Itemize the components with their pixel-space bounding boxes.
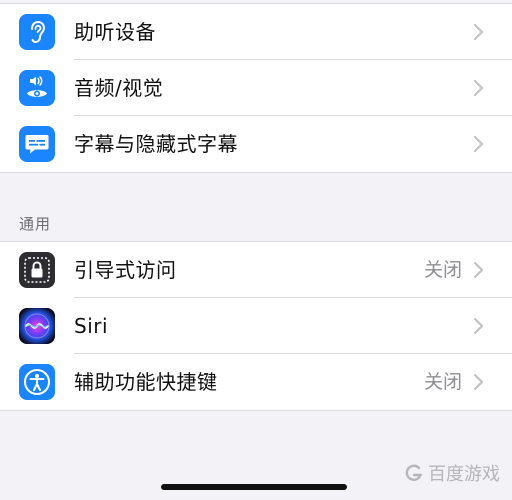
chevron-right-icon bbox=[473, 136, 484, 152]
row-value: 关闭 bbox=[423, 259, 462, 281]
row-label: Siri bbox=[74, 314, 109, 338]
row-accessibility-shortcut[interactable]: 辅助功能快捷键 关闭 bbox=[0, 354, 512, 410]
row-guided-access[interactable]: 引导式访问 关闭 bbox=[0, 242, 512, 298]
subtitles-icon bbox=[19, 126, 55, 162]
row-siri[interactable]: Siri bbox=[0, 298, 512, 354]
chevron-right-icon bbox=[473, 80, 484, 96]
chevron-right-icon bbox=[473, 374, 484, 390]
audio-visual-icon bbox=[19, 70, 55, 106]
accessibility-settings-screen: 助听设备 音频/视觉 字幕与隐藏式字幕 通用 引导式访问 关闭 Siri 辅助功… bbox=[0, 0, 512, 500]
watermark-text: 百度游戏 bbox=[428, 464, 500, 485]
chevron-right-icon bbox=[473, 318, 484, 334]
watermark-logo-icon bbox=[405, 464, 423, 481]
home-indicator[interactable] bbox=[161, 484, 347, 490]
chevron-right-icon bbox=[473, 24, 484, 40]
row-value: 关闭 bbox=[423, 371, 462, 393]
accessibility-icon bbox=[19, 364, 55, 400]
accessibility-general-group: 引导式访问 关闭 Siri 辅助功能快捷键 关闭 bbox=[0, 241, 512, 411]
chevron-right-icon bbox=[473, 262, 484, 278]
siri-icon bbox=[19, 308, 55, 344]
guided-access-lock-icon bbox=[19, 252, 55, 288]
ear-icon bbox=[19, 14, 55, 50]
section-header-general: 通用 bbox=[19, 215, 52, 233]
row-label: 字幕与隐藏式字幕 bbox=[74, 132, 238, 156]
row-audio-visual[interactable]: 音频/视觉 bbox=[0, 60, 512, 116]
row-label: 引导式访问 bbox=[74, 258, 177, 282]
row-label: 辅助功能快捷键 bbox=[74, 370, 218, 394]
row-label: 助听设备 bbox=[74, 20, 156, 44]
accessibility-hearing-group: 助听设备 音频/视觉 字幕与隐藏式字幕 bbox=[0, 3, 512, 173]
row-label: 音频/视觉 bbox=[74, 76, 164, 100]
watermark: 百度游戏 bbox=[404, 460, 500, 486]
row-hearing-devices[interactable]: 助听设备 bbox=[0, 4, 512, 60]
row-subtitles[interactable]: 字幕与隐藏式字幕 bbox=[0, 116, 512, 172]
